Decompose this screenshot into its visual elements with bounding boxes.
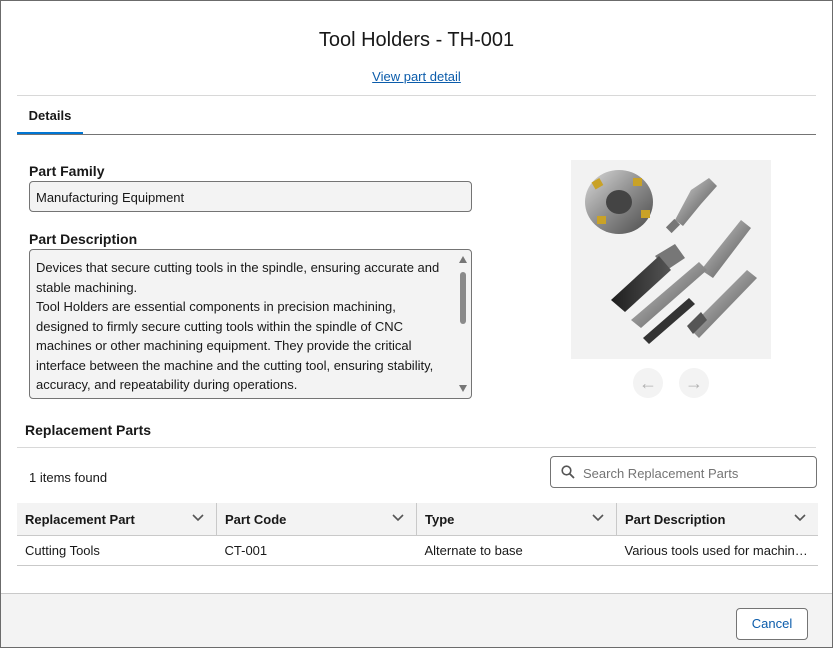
arrow-left-icon: ← [639,373,657,393]
replacement-parts-table: Replacement Part Part Code Type Part Des… [17,503,818,566]
chevron-down-icon[interactable] [592,514,604,522]
part-family-label: Part Family [29,163,105,179]
table-header-row: Replacement Part Part Code Type Part Des… [17,503,818,536]
description-paragraph: Devices that secure cutting tools in the… [36,260,440,295]
part-detail-modal: Tool Holders - TH-001 View part detail D… [0,0,833,648]
cell-part-description: Various tools used for machining operati… [616,535,818,566]
view-part-detail-link[interactable]: View part detail [1,69,832,84]
arrow-right-icon: → [685,373,703,393]
column-header-replacement-part[interactable]: Replacement Part [17,503,217,536]
carousel-next-button[interactable]: → [679,368,709,398]
header-divider [17,95,816,96]
cell-replacement-part: Cutting Tools [17,535,217,566]
cancel-button[interactable]: Cancel [736,608,808,640]
modal-title: Tool Holders - TH-001 [318,29,515,51]
chevron-down-icon[interactable] [192,514,204,522]
carousel-prev-button[interactable]: ← [633,368,663,398]
scroll-down-icon[interactable] [459,385,467,392]
column-header-type[interactable]: Type [416,503,617,536]
tab-bar-line [17,134,816,135]
description-paragraph: Tool Holders are essential components in… [36,299,434,392]
table-row: Cutting Tools CT-001 Alternate to base V… [17,535,818,566]
cell-part-code: CT-001 [216,535,417,566]
section-divider [17,447,816,448]
column-header-part-description[interactable]: Part Description [616,503,818,536]
scroll-up-icon[interactable] [459,256,467,263]
part-description-label: Part Description [29,231,138,247]
search-input[interactable] [581,463,810,483]
part-description-field[interactable]: Devices that secure cutting tools in the… [29,249,472,399]
chevron-down-icon[interactable] [392,514,404,522]
replacement-parts-title: Replacement Parts [25,422,152,438]
product-image [571,160,771,359]
cell-type: Alternate to base [416,535,617,566]
tab-details[interactable]: Details [17,109,83,135]
part-family-field: Manufacturing Equipment [29,181,472,212]
modal-footer: Cancel [1,593,832,647]
description-scrollbar[interactable] [458,256,468,392]
chevron-down-icon[interactable] [794,514,806,522]
search-replacement-parts[interactable] [550,456,817,488]
items-count: 1 items found [29,470,108,485]
column-header-part-code[interactable]: Part Code [216,503,417,536]
scrollbar-thumb[interactable] [460,272,466,324]
search-icon [561,465,575,484]
